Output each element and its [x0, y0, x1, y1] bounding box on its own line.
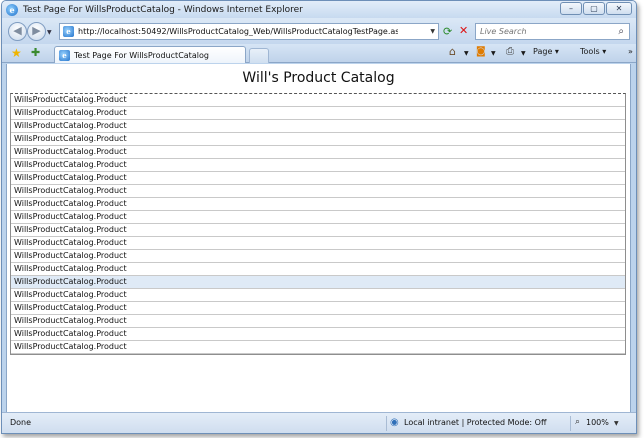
window-controls: – ▢ ✕ — [560, 2, 632, 15]
home-dropdown-icon[interactable]: ▼ — [464, 50, 469, 57]
feeds-dropdown-icon[interactable]: ▼ — [491, 50, 496, 57]
status-text: Done — [10, 418, 32, 427]
back-arrow-icon[interactable]: ◀ — [8, 22, 27, 41]
list-item[interactable]: WillsProductCatalog.Product — [11, 94, 625, 107]
favorites-star-icon[interactable]: ★ — [11, 46, 22, 60]
security-zone-text[interactable]: Local intranet | Protected Mode: Off — [404, 418, 546, 427]
title-bar: e Test Page For WillsProductCatalog - Wi… — [2, 1, 636, 18]
browser-window: e Test Page For WillsProductCatalog - Wi… — [1, 0, 637, 434]
list-item[interactable]: WillsProductCatalog.Product — [11, 185, 625, 198]
status-separator — [386, 416, 387, 431]
list-item[interactable]: WillsProductCatalog.Product — [11, 120, 625, 133]
home-icon[interactable]: ⌂ — [449, 45, 456, 58]
zoom-level[interactable]: 100% — [586, 418, 609, 427]
close-button[interactable]: ✕ — [606, 2, 632, 15]
stop-icon[interactable]: ✕ — [459, 24, 468, 37]
feeds-icon[interactable]: ◙ — [476, 46, 486, 57]
window-title: Test Page For WillsProductCatalog - Wind… — [23, 4, 303, 15]
tab-favicon-icon: e — [59, 49, 70, 61]
list-item[interactable]: WillsProductCatalog.Product — [11, 172, 625, 185]
navigation-bar: ◀ ▶ ▼ e ▼ ⟳ ✕ ⌕ — [2, 18, 636, 44]
list-item[interactable]: WillsProductCatalog.Product — [11, 276, 625, 289]
list-item[interactable]: WillsProductCatalog.Product — [11, 224, 625, 237]
add-favorites-icon[interactable]: ✚ — [31, 46, 40, 59]
refresh-icon[interactable]: ⟳ — [443, 25, 452, 38]
list-item[interactable]: WillsProductCatalog.Product — [11, 198, 625, 211]
print-icon[interactable]: ⎙ — [506, 46, 514, 57]
new-tab-button[interactable] — [249, 48, 269, 63]
list-item[interactable]: WillsProductCatalog.Product — [11, 237, 625, 250]
zoom-dropdown-icon[interactable]: ▼ — [614, 420, 619, 427]
tab-current-page[interactable]: e Test Page For WillsProductCatalog — [54, 46, 246, 63]
product-listbox[interactable]: WillsProductCatalog.Product WillsProductC… — [10, 93, 626, 355]
list-item[interactable]: WillsProductCatalog.Product — [11, 107, 625, 120]
address-input[interactable] — [78, 27, 398, 36]
more-commands-chevron-icon[interactable]: » — [628, 47, 633, 56]
search-box[interactable]: ⌕ — [475, 23, 630, 40]
list-item[interactable]: WillsProductCatalog.Product — [11, 341, 625, 354]
tab-bar: ★ ✚ e Test Page For WillsProductCatalog … — [2, 44, 636, 63]
list-item[interactable]: WillsProductCatalog.Product — [11, 315, 625, 328]
page-content: Will's Product Catalog WillsProductCatal… — [6, 64, 631, 412]
list-item[interactable]: WillsProductCatalog.Product — [11, 263, 625, 276]
tools-menu-button[interactable]: Tools ▾ — [580, 47, 606, 56]
print-dropdown-icon[interactable]: ▼ — [521, 50, 526, 57]
page-title: Will's Product Catalog — [242, 70, 395, 86]
list-item[interactable]: WillsProductCatalog.Product — [11, 146, 625, 159]
recent-pages-dropdown-icon[interactable]: ▼ — [47, 29, 52, 36]
page-favicon-icon: e — [63, 26, 74, 37]
address-dropdown-icon[interactable]: ▼ — [430, 28, 435, 35]
status-bar: Done ◉ Local intranet | Protected Mode: … — [2, 412, 636, 433]
list-item[interactable]: WillsProductCatalog.Product — [11, 289, 625, 302]
list-item[interactable]: WillsProductCatalog.Product — [11, 133, 625, 146]
status-separator — [570, 416, 571, 431]
list-item[interactable]: WillsProductCatalog.Product — [11, 211, 625, 224]
list-item[interactable]: WillsProductCatalog.Product — [11, 159, 625, 172]
address-bar[interactable]: e ▼ — [59, 23, 439, 40]
page-menu-button[interactable]: Page ▾ — [533, 47, 559, 56]
search-icon[interactable]: ⌕ — [618, 26, 624, 37]
list-item[interactable]: WillsProductCatalog.Product — [11, 328, 625, 341]
list-item[interactable]: WillsProductCatalog.Product — [11, 302, 625, 315]
ie-logo-icon: e — [6, 3, 18, 16]
list-item[interactable]: WillsProductCatalog.Product — [11, 250, 625, 263]
zoom-icon[interactable]: ⌕ — [575, 417, 580, 427]
search-input[interactable] — [480, 27, 610, 36]
minimize-button[interactable]: – — [560, 2, 582, 15]
maximize-button[interactable]: ▢ — [583, 2, 605, 15]
tab-label: Test Page For WillsProductCatalog — [74, 50, 209, 60]
forward-arrow-icon[interactable]: ▶ — [27, 22, 46, 41]
globe-icon: ◉ — [390, 417, 399, 428]
